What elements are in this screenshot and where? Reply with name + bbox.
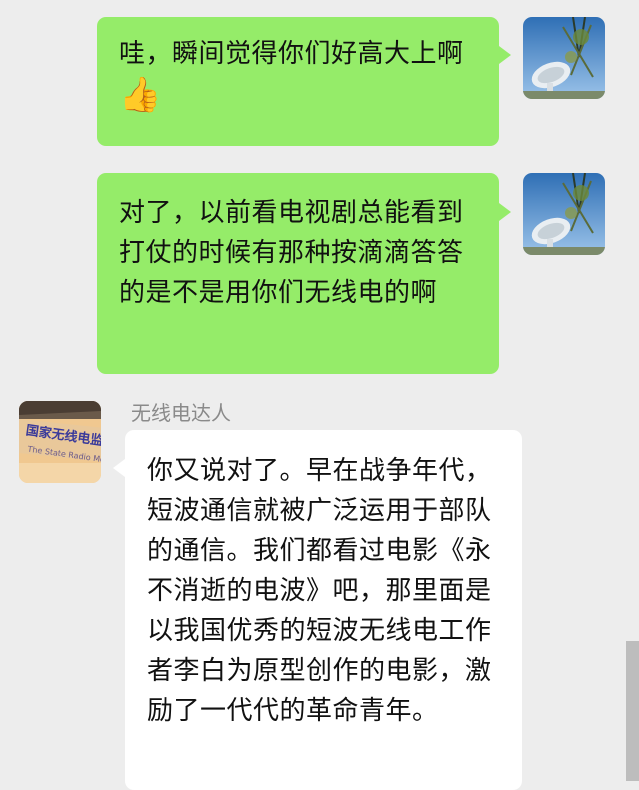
message-bubble-3[interactable]: 你又说对了。早在战争年代，短波通信就被广泛运用于部队的通信。我们都看过电影《永不…: [125, 430, 522, 790]
thumbs-up-icon: 👍: [119, 74, 162, 115]
message-bubble-2[interactable]: 对了，以前看电视剧总能看到打仗的时候有那种按滴滴答答的是不是用你们无线电的啊: [97, 173, 499, 374]
message-text-3: 你又说对了。早在战争年代，短波通信就被广泛运用于部队的通信。我们都看过电影《永不…: [147, 456, 492, 726]
message-text-1: 哇，瞬间觉得你们好高大上啊: [119, 39, 464, 69]
message-bubble-1[interactable]: 哇，瞬间觉得你们好高大上啊 👍: [97, 17, 499, 146]
bubble-tail: [499, 46, 511, 64]
bubble-tail: [113, 459, 125, 477]
scrollbar[interactable]: [626, 641, 639, 781]
satellite-dish-avatar[interactable]: [523, 17, 605, 99]
satellite-dish-avatar[interactable]: [523, 173, 605, 255]
building-sign-icon: 国家无线电监 The State Radio Moni: [19, 401, 101, 483]
satellite-dish-icon: [523, 17, 605, 99]
message-text-2: 对了，以前看电视剧总能看到打仗的时候有那种按滴滴答答的是不是用你们无线电的啊: [119, 198, 464, 308]
sender-name: 无线电达人: [131, 401, 231, 425]
bubble-tail: [499, 203, 511, 221]
radio-station-sign-avatar[interactable]: 国家无线电监 The State Radio Moni: [19, 401, 101, 483]
satellite-dish-icon: [523, 173, 605, 255]
